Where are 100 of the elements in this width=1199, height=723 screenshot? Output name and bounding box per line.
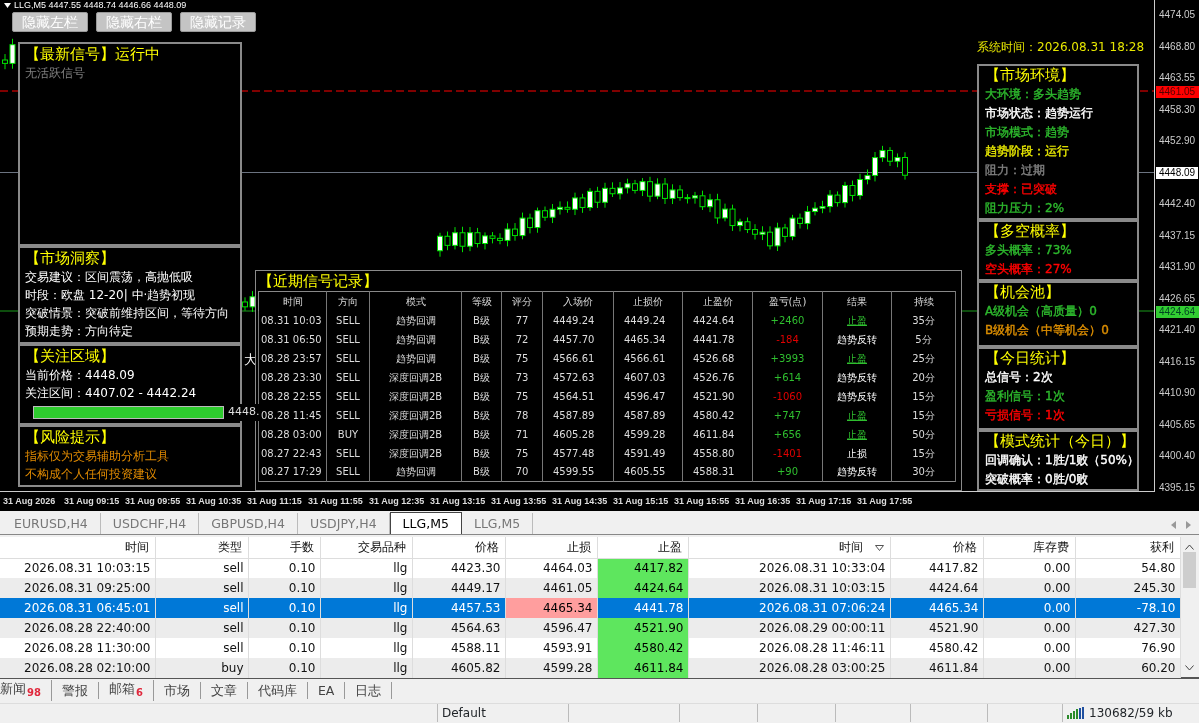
- panel-text: 当前价格：4448.09: [25, 367, 136, 384]
- price-tag: 4424.64: [1156, 306, 1199, 318]
- panel-text: 阻力压力：2%: [985, 200, 1066, 217]
- table-cell: 08.28 23:57: [258, 348, 327, 368]
- panel-title: 【市场环境】: [985, 66, 1076, 85]
- terminal-tab[interactable]: 新闻$_{98}$: [0, 679, 52, 701]
- table-cell: 深度回调2B: [369, 386, 462, 406]
- panel-text: B级机会（中等机会）0: [985, 322, 1110, 339]
- panel-text: 盈利信号：1次: [985, 388, 1066, 405]
- table-cell: 4465.34: [505, 598, 597, 618]
- table-cell: 4424.64: [597, 578, 688, 598]
- terminal-tab[interactable]: 代码库: [247, 681, 308, 699]
- table-cell: 73: [501, 367, 543, 387]
- table-cell: 4566.61: [613, 348, 683, 368]
- panel-text: 回调确认：1胜/1败（50%）: [985, 452, 1131, 469]
- column-header[interactable]: 止盈: [597, 537, 688, 558]
- panel-text: 时段：欧盘 12-20| 中·趋势初现: [25, 287, 197, 304]
- table-cell: 4580.42: [890, 638, 983, 658]
- panel-text: 市场状态：趋势运行: [985, 105, 1094, 122]
- table-cell: 趋势反转: [822, 329, 892, 349]
- table-cell: 2026.08.28 11:46:11: [688, 638, 890, 658]
- chart-tab[interactable]: USDCHF,H4: [100, 513, 200, 534]
- table-cell: -1401: [752, 443, 823, 463]
- count-label: 6: [135, 686, 143, 698]
- column-header: 模式: [369, 291, 462, 311]
- axis-label: 31 Aug 13:55: [491, 495, 548, 508]
- terminal-tab[interactable]: 日志: [345, 681, 393, 699]
- scroll-down-icon[interactable]: [1185, 665, 1195, 671]
- scrollbar-thumb[interactable]: [1183, 552, 1197, 588]
- table-cell: -1060: [752, 386, 823, 406]
- table-cell: 78: [501, 405, 543, 425]
- axis-label: 4474.05: [1158, 9, 1196, 21]
- column-header[interactable]: 时间: [0, 537, 155, 558]
- panel-title: 【风险提示】: [25, 426, 116, 447]
- table-cell: -184: [752, 329, 823, 349]
- table-cell: 4521.90: [890, 618, 983, 638]
- table-cell: +2460: [752, 310, 823, 330]
- panel-title: 【模式统计（今日）】: [985, 432, 1131, 451]
- column-header[interactable]: 交易品种: [320, 537, 412, 558]
- table-cell: 4596.47: [505, 618, 597, 638]
- price-tag: 4448.09: [1156, 166, 1199, 179]
- column-header[interactable]: 时间: [688, 537, 890, 558]
- axis-label: 4405.65: [1158, 418, 1196, 431]
- column-header[interactable]: 手数: [248, 537, 320, 558]
- table-cell: 4596.47: [613, 386, 683, 406]
- table-cell: 0.00: [983, 638, 1075, 658]
- axis-label: 31 Aug 09:15: [64, 495, 121, 508]
- table-cell: 08.31 10:03: [258, 310, 327, 330]
- table-cell: 08.28 23:30: [258, 367, 327, 387]
- panel-text: 总信号：2次: [985, 369, 1054, 386]
- table-cell: 4564.63: [412, 618, 505, 638]
- column-header: 止损价: [613, 291, 683, 311]
- terminal-tab[interactable]: 文章: [200, 681, 248, 699]
- panel-text: 指标仅为交易辅助分析工具: [25, 447, 170, 465]
- panel-title: 【关注区域】: [25, 346, 116, 366]
- table-cell: 71: [501, 424, 543, 444]
- panel-text: 多头概率：73%: [985, 242, 1073, 259]
- panel-title: 【多空概率】: [985, 222, 1076, 241]
- table-cell: 0.10: [248, 618, 320, 638]
- chart-tab[interactable]: LLG,M5: [389, 512, 462, 534]
- dropdown-icon[interactable]: [4, 2, 11, 8]
- chart-tab[interactable]: LLG,M5: [461, 513, 534, 534]
- column-header[interactable]: 库存费: [983, 537, 1075, 558]
- table-cell: 08.27 22:43: [258, 443, 327, 463]
- column-header[interactable]: 类型: [155, 537, 248, 558]
- table-cell: 4521.90: [597, 618, 688, 638]
- column-header[interactable]: 价格: [412, 537, 505, 558]
- table-cell: 0.00: [983, 578, 1075, 598]
- table-cell: 4580.42: [597, 638, 688, 658]
- panel-text: 阻力：过期: [985, 162, 1046, 179]
- table-cell: 深度回调2B: [369, 424, 462, 444]
- terminal-tab[interactable]: 市场: [153, 681, 201, 699]
- table-cell: SELL: [326, 462, 370, 482]
- table-cell: SELL: [326, 348, 370, 368]
- column-header[interactable]: 止损: [505, 537, 597, 558]
- terminal-tab[interactable]: 警报: [51, 681, 99, 699]
- table-cell: 2026.08.31 07:06:24: [688, 598, 890, 618]
- terminal-tab[interactable]: 邮箱$_{6}$: [98, 679, 154, 701]
- table-cell: 4449.24: [542, 310, 614, 330]
- table-cell: 4457.70: [542, 329, 614, 349]
- column-header[interactable]: 获利: [1075, 537, 1180, 558]
- chart-title: LLG,M5 4447.55 4448.74 4446.66 4448.09: [14, 0, 187, 10]
- column-header[interactable]: 价格: [890, 537, 983, 558]
- table-cell: 0.00: [983, 598, 1075, 618]
- count-label: 98: [27, 686, 41, 698]
- chart-tab[interactable]: USDJPY,H4: [298, 513, 390, 534]
- table-cell: 08.27 17:29: [258, 462, 327, 482]
- panel-title: 【近期信号记录】: [258, 271, 379, 291]
- table-cell: 4599.28: [505, 658, 597, 678]
- table-cell: 止损: [822, 443, 892, 463]
- table-cell: 4521.90: [682, 386, 753, 406]
- table-cell: 4465.34: [890, 598, 983, 618]
- scroll-up-icon[interactable]: [1185, 544, 1195, 550]
- terminal-tab[interactable]: EA: [307, 681, 346, 699]
- table-cell: 4587.89: [613, 405, 683, 425]
- chart-tab[interactable]: GBPUSD,H4: [199, 513, 298, 534]
- table-cell: SELL: [326, 329, 370, 349]
- column-header: 等级: [461, 291, 502, 311]
- axis-label: 31 Aug 14:35: [552, 495, 609, 508]
- chart-tab[interactable]: EURUSD,H4: [2, 513, 101, 534]
